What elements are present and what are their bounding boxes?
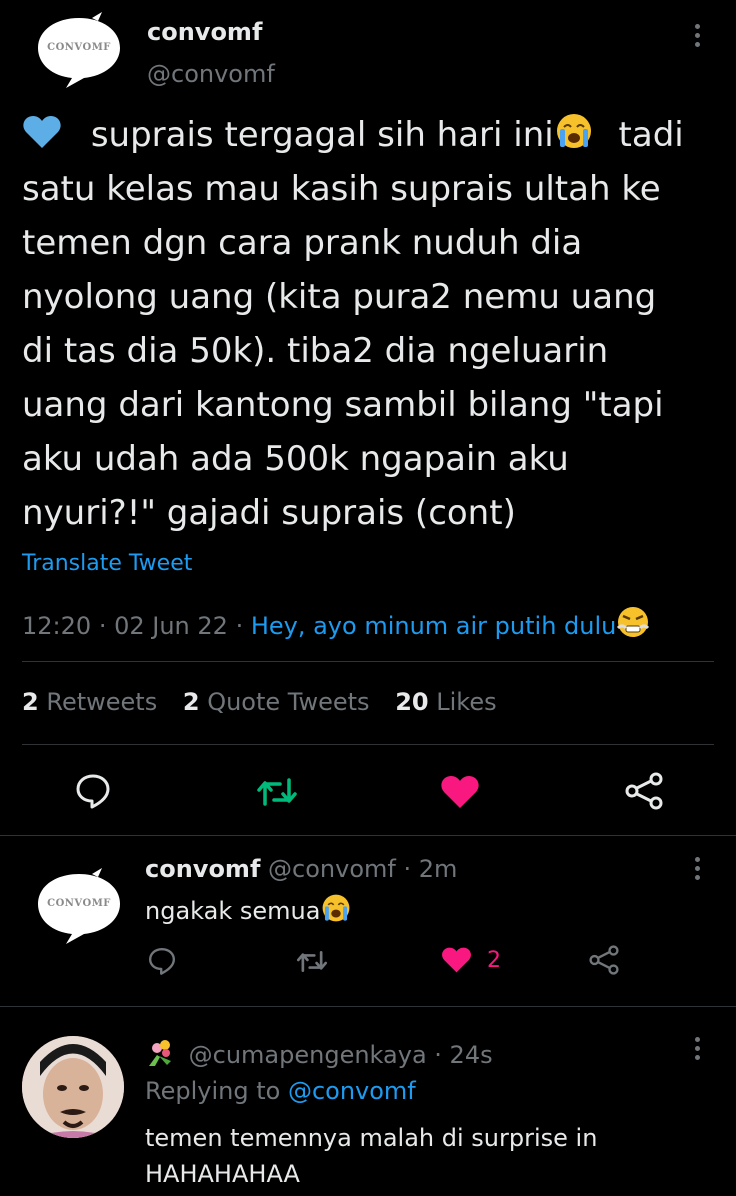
replying-to-line: Replying to @convomf xyxy=(145,1077,416,1105)
avatar-label: CONVOMF xyxy=(47,898,111,909)
reply-icon[interactable] xyxy=(74,772,112,810)
tweet-source[interactable]: Hey, ayo minum air putih dulu xyxy=(251,612,617,640)
tweet-line-7: aku udah ada 500k ngapain aku xyxy=(22,439,569,479)
reply-time[interactable]: · 2m xyxy=(403,855,457,883)
tweet-text: suprais tergagal sih hari ini tadi satu … xyxy=(22,108,722,540)
retweets-stat[interactable]: 2 Retweets xyxy=(22,688,165,716)
reply-text: ngakak semua xyxy=(145,893,352,925)
tweet-line-8: nyuri?!" gajadi suprais (cont) xyxy=(22,493,516,533)
share-icon[interactable] xyxy=(588,945,620,975)
tweet-date[interactable]: 02 Jun 22 xyxy=(114,612,228,640)
share-icon[interactable] xyxy=(624,772,664,810)
like-count: 2 xyxy=(487,948,501,973)
reply-avatar-photo[interactable] xyxy=(22,1036,124,1138)
angry-face-icon xyxy=(617,607,650,637)
like-icon[interactable] xyxy=(441,946,472,974)
reply-header: @cumapengenkaya · 24s xyxy=(145,1039,493,1069)
tweet-line-1: suprais tergagal sih hari ini tadi xyxy=(22,108,722,162)
tweet-line-5: di tas dia 50k). tiba2 dia ngeluarin xyxy=(22,331,609,371)
stats-row: 2 Retweets 2 Quote Tweets 20 Likes xyxy=(22,688,497,716)
author-handle[interactable]: @convomf xyxy=(147,60,275,88)
crying-face-icon xyxy=(323,894,350,922)
reply-author-handle[interactable]: @cumapengenkaya xyxy=(189,1041,427,1069)
main-tweet-avatar[interactable]: CONVOMF xyxy=(32,12,126,92)
timestamp-row: 12:20 · 02 Jun 22 · Hey, ayo minum air p… xyxy=(22,606,650,640)
more-icon[interactable] xyxy=(695,24,701,51)
translate-tweet-link[interactable]: Translate Tweet xyxy=(22,551,192,576)
quote-tweets-stat[interactable]: 2 Quote Tweets xyxy=(183,688,377,716)
tweet-time[interactable]: 12:20 xyxy=(22,612,91,640)
divider xyxy=(0,835,736,836)
retweet-icon[interactable] xyxy=(296,949,328,974)
replying-to-handle[interactable]: @convomf xyxy=(288,1077,416,1105)
tweet-line-4: nyolong uang (kita pura2 nemu uang xyxy=(22,277,657,317)
heart-emoji-icon xyxy=(23,116,61,148)
author-name[interactable]: convomf xyxy=(147,18,262,46)
tweet-line-2: satu kelas mau kasih suprais ultah ke xyxy=(22,169,661,209)
reply-time[interactable]: · 24s xyxy=(434,1041,492,1069)
reply-author-name[interactable]: convomf xyxy=(145,855,260,883)
avatar-label: CONVOMF xyxy=(47,42,111,53)
separator: · xyxy=(235,612,251,640)
divider xyxy=(22,661,714,662)
profile-photo-icon xyxy=(22,1036,124,1138)
more-icon[interactable] xyxy=(695,1037,701,1064)
divider xyxy=(22,744,714,745)
reply-text: temen temennya malah di surprise in HAHA… xyxy=(145,1124,598,1188)
retweet-icon[interactable] xyxy=(256,776,298,808)
separator: · xyxy=(98,612,115,640)
tweet-line-6: uang dari kantong sambil bilang "tapi xyxy=(22,385,664,425)
reply-author-handle[interactable]: @convomf xyxy=(268,855,396,883)
reply-avatar[interactable]: CONVOMF xyxy=(32,868,126,948)
like-icon[interactable] xyxy=(440,774,480,810)
bouquet-icon xyxy=(149,1040,171,1066)
reply-header: convomf @convomf · 2m xyxy=(145,855,457,883)
divider xyxy=(0,1006,736,1007)
reply-icon[interactable] xyxy=(147,946,177,976)
crying-face-icon xyxy=(556,114,591,148)
tweet-line-3: temen dgn cara prank nuduh dia xyxy=(22,223,583,263)
likes-stat[interactable]: 20 Likes xyxy=(395,688,496,716)
more-icon[interactable] xyxy=(695,857,701,884)
